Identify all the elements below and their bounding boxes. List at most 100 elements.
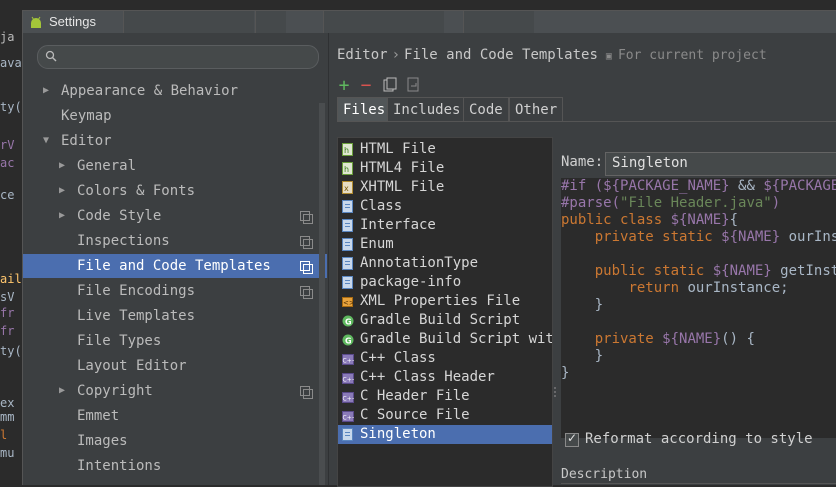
tree-item-intentions[interactable]: Intentions bbox=[23, 454, 327, 478]
cpp-icon: C++ bbox=[342, 390, 357, 403]
template-item-label: HTML4 File bbox=[360, 160, 445, 176]
tree-item-label: Live Templates bbox=[77, 308, 196, 324]
code-line: public static ${NAME} getInstance bbox=[561, 263, 836, 280]
template-item-label: AnnotationType bbox=[360, 255, 479, 271]
code-token: public class bbox=[561, 212, 671, 228]
tree-item-label: Intentions bbox=[77, 458, 162, 474]
template-item[interactable]: Interface bbox=[338, 216, 552, 235]
svg-text:h: h bbox=[344, 165, 349, 174]
template-code-editor[interactable]: #if (${PACKAGE_NAME} && ${PACKAGE_NAME}#… bbox=[561, 178, 836, 438]
tree-item-file-encodings[interactable]: File Encodings bbox=[23, 279, 327, 303]
checkbox-box[interactable] bbox=[565, 431, 579, 447]
template-item[interactable]: G Gradle Build Script bbox=[338, 311, 552, 330]
splitter-handle[interactable] bbox=[553, 383, 557, 397]
template-name-input[interactable]: Singleton bbox=[605, 152, 836, 176]
code-token: } bbox=[561, 348, 604, 364]
background-code-fragment: mm bbox=[0, 410, 15, 424]
template-item[interactable]: C++ C++ Class Header bbox=[338, 368, 552, 387]
settings-sidebar: ▶ Appearance & Behavior Keymap ▼ Editor ▶ Gene… bbox=[23, 33, 327, 485]
template-item[interactable]: C++ C Header File bbox=[338, 387, 552, 406]
window-title: Settings bbox=[49, 14, 96, 29]
gradle-icon: G bbox=[342, 314, 354, 327]
collapsed-arrow-icon[interactable]: ▶ bbox=[59, 379, 65, 403]
tree-item-editor[interactable]: ▼ Editor bbox=[23, 129, 327, 153]
tree-item-label: Appearance & Behavior bbox=[61, 83, 239, 99]
tree-item-code-style[interactable]: ▶ Code Style bbox=[23, 204, 327, 228]
background-tab bbox=[123, 11, 254, 33]
tree-item-images[interactable]: Images bbox=[23, 429, 327, 453]
tree-item-copyright[interactable]: ▶ Copyright bbox=[23, 379, 327, 403]
collapsed-arrow-icon[interactable]: ▶ bbox=[43, 79, 49, 103]
background-code-fragment: ex bbox=[0, 396, 15, 410]
tree-item-colors-fonts[interactable]: ▶ Colors & Fonts bbox=[23, 179, 327, 203]
collapsed-arrow-icon[interactable]: ▶ bbox=[59, 204, 65, 228]
template-item[interactable]: C++ C Source File bbox=[338, 406, 552, 425]
template-item[interactable]: h HTML File bbox=[338, 140, 552, 159]
template-item[interactable]: AnnotationType bbox=[338, 254, 552, 273]
template-item-label: Gradle Build Script bbox=[360, 312, 521, 328]
collapsed-arrow-icon[interactable]: ▶ bbox=[59, 179, 65, 203]
tree-item-appearance-behavior[interactable]: ▶ Appearance & Behavior bbox=[23, 79, 327, 103]
code-token: ourInstance; bbox=[687, 280, 789, 296]
reset-template-button[interactable] bbox=[405, 77, 423, 95]
background-tab bbox=[323, 11, 444, 33]
project-scope-icon bbox=[300, 286, 313, 299]
collapsed-arrow-icon[interactable]: ▶ bbox=[59, 154, 65, 178]
code-line: #parse("File Header.java") bbox=[561, 195, 780, 212]
tree-scrollbar[interactable] bbox=[319, 103, 325, 485]
tree-item-label: Code Style bbox=[77, 208, 162, 224]
template-item[interactable]: x XHTML File bbox=[338, 178, 552, 197]
template-item-label: Class bbox=[360, 198, 403, 214]
tree-item-file-and-code-templates[interactable]: File and Code Templates bbox=[23, 254, 327, 278]
tree-item-label: Colors & Fonts bbox=[77, 183, 196, 199]
cpp-icon: C++ bbox=[342, 352, 357, 365]
template-item[interactable]: h HTML4 File bbox=[338, 159, 552, 178]
svg-text:G: G bbox=[345, 318, 352, 327]
tree-item-general[interactable]: ▶ General bbox=[23, 154, 327, 178]
copy-template-button[interactable] bbox=[381, 77, 399, 95]
tab-files[interactable]: Files bbox=[337, 97, 392, 122]
template-item[interactable]: Class bbox=[338, 197, 552, 216]
xhtml-file-icon: x bbox=[342, 181, 353, 194]
add-template-button[interactable]: + bbox=[335, 77, 353, 95]
template-item[interactable]: G Gradle Build Script with bbox=[338, 330, 552, 349]
tab-other[interactable]: Other bbox=[509, 97, 564, 122]
template-item[interactable]: <> XML Properties File bbox=[338, 292, 552, 311]
reformat-label: Reformat according to style bbox=[585, 431, 813, 447]
tree-item-live-templates[interactable]: Live Templates bbox=[23, 304, 327, 328]
template-item-label: C++ Class Header bbox=[360, 369, 495, 385]
code-token: private static bbox=[594, 229, 722, 245]
tab-includes[interactable]: Includes bbox=[387, 97, 467, 122]
tree-item-layout-editor[interactable]: Layout Editor bbox=[23, 354, 327, 378]
code-token: } bbox=[561, 297, 604, 313]
project-icon: ▣ bbox=[605, 51, 618, 62]
expanded-arrow-icon[interactable]: ▼ bbox=[43, 129, 49, 153]
code-token: { bbox=[729, 212, 739, 228]
xml-file-icon: <> bbox=[342, 295, 355, 308]
template-item[interactable]: C++ C++ Class bbox=[338, 349, 552, 368]
tree-item-inspections[interactable]: Inspections bbox=[23, 229, 327, 253]
name-label: Name: bbox=[561, 154, 604, 170]
code-line: private ${NAME}() { bbox=[561, 331, 755, 348]
tab-code[interactable]: Code bbox=[463, 97, 509, 122]
project-scope-icon bbox=[300, 236, 313, 249]
template-item[interactable]: Enum bbox=[338, 235, 552, 254]
template-item[interactable]: package-info bbox=[338, 273, 552, 292]
template-item-label: XHTML File bbox=[360, 179, 445, 195]
template-item[interactable]: Singleton bbox=[338, 425, 552, 444]
tree-item-keymap[interactable]: Keymap bbox=[23, 104, 327, 128]
tree-item-file-types[interactable]: File Types bbox=[23, 329, 327, 353]
code-token: ${PACKAGE_NAME} bbox=[603, 178, 730, 194]
template-item-label: C Header File bbox=[360, 388, 470, 404]
cpp-icon: C++ bbox=[342, 371, 357, 384]
reset-icon bbox=[407, 77, 419, 92]
template-item-label: Singleton bbox=[360, 426, 436, 442]
tree-item-label: File and Code Templates bbox=[77, 258, 271, 274]
search-input[interactable] bbox=[37, 45, 319, 69]
template-item-label: Enum bbox=[360, 236, 394, 252]
remove-template-button[interactable]: − bbox=[357, 77, 375, 95]
tree-item-label: Inspections bbox=[77, 233, 170, 249]
tree-item-emmet[interactable]: Emmet bbox=[23, 404, 327, 428]
